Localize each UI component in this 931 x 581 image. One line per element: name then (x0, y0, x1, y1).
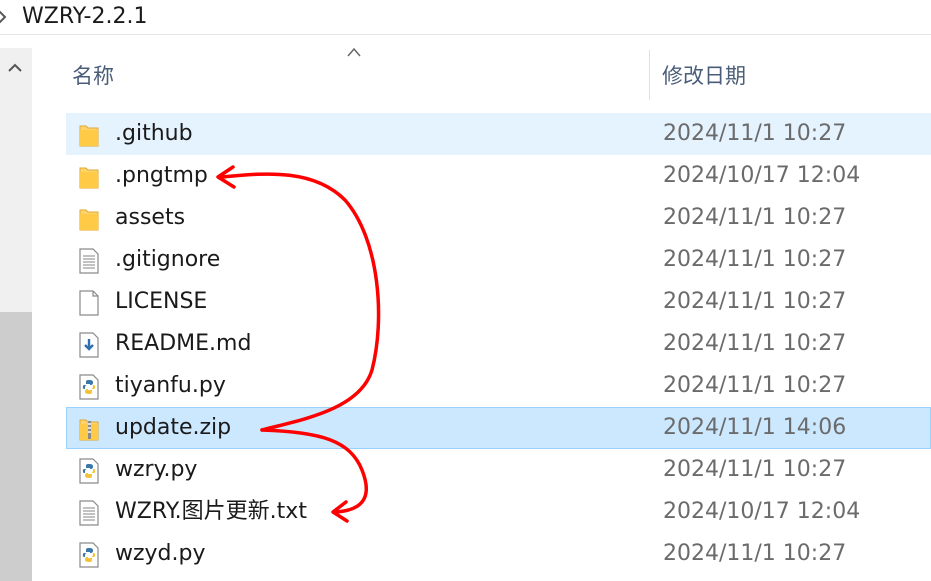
file-row[interactable]: wzry.py 2024/11/1 10:27 (66, 449, 931, 491)
file-date-modified: 2024/11/1 10:27 (663, 121, 847, 146)
file-name[interactable]: README.md (115, 324, 251, 364)
file-date-modified: 2024/11/1 10:27 (663, 373, 847, 398)
file-name[interactable]: .gitignore (115, 240, 220, 280)
file-date-modified: 2024/11/1 10:27 (663, 331, 847, 356)
folder-icon (78, 122, 100, 148)
file-date-modified: 2024/11/1 10:27 (663, 289, 847, 314)
file-row[interactable]: README.md 2024/11/1 10:27 (66, 323, 931, 365)
file-list: .github 2024/11/1 10:27 .pngtmp 2024/10/17 … (66, 113, 931, 575)
markdown-file-icon (78, 332, 100, 358)
chevron-right-icon[interactable] (0, 9, 8, 25)
breadcrumb: WZRY-2.2.1 (0, 0, 931, 35)
python-file-icon (78, 458, 100, 484)
column-header-name[interactable]: 名称 (72, 56, 632, 96)
file-date-modified: 2024/11/1 14:06 (663, 415, 847, 440)
folder-icon (78, 206, 100, 232)
zip-folder-icon (78, 416, 100, 442)
file-name[interactable]: wzry.py (115, 450, 197, 490)
file-date-modified: 2024/11/1 10:27 (663, 457, 847, 482)
file-name[interactable]: wzyd.py (115, 534, 206, 574)
file-name[interactable]: .github (115, 114, 193, 154)
file-row[interactable]: WZRY.图片更新.txt 2024/10/17 12:04 (66, 491, 931, 533)
file-row[interactable]: assets 2024/11/1 10:27 (66, 197, 931, 239)
file-explorer-window: WZRY-2.2.1 名称 修改日期 .github 2024/11/1 10:2… (0, 0, 931, 581)
file-name[interactable]: update.zip (115, 408, 231, 448)
text-file-icon (78, 248, 100, 274)
file-row[interactable]: .pngtmp 2024/10/17 12:04 (66, 155, 931, 197)
file-name[interactable]: .pngtmp (115, 156, 208, 196)
scroll-up-button[interactable] (0, 48, 32, 88)
file-date-modified: 2024/11/1 10:27 (663, 541, 847, 566)
file-name[interactable]: tiyanfu.py (115, 366, 226, 406)
file-date-modified: 2024/10/17 12:04 (663, 163, 861, 188)
file-date-modified: 2024/11/1 10:27 (663, 247, 847, 272)
file-row[interactable]: .github 2024/11/1 10:27 (66, 113, 931, 155)
breadcrumb-folder[interactable]: WZRY-2.2.1 (22, 2, 147, 32)
file-row[interactable]: .gitignore 2024/11/1 10:27 (66, 239, 931, 281)
folder-icon (78, 164, 100, 190)
chevron-up-icon (8, 63, 22, 72)
file-row[interactable]: update.zip 2024/11/1 14:06 (66, 407, 931, 449)
file-row[interactable]: LICENSE 2024/11/1 10:27 (66, 281, 931, 323)
blank-file-icon (78, 290, 100, 316)
file-name[interactable]: assets (115, 198, 185, 238)
file-date-modified: 2024/11/1 10:27 (663, 205, 847, 230)
text-file-icon (78, 500, 100, 526)
column-header-date-modified[interactable]: 修改日期 (662, 56, 922, 96)
column-divider[interactable] (649, 50, 650, 100)
python-file-icon (78, 542, 100, 568)
file-name[interactable]: LICENSE (115, 282, 207, 322)
file-row[interactable]: wzyd.py 2024/11/1 10:27 (66, 533, 931, 575)
file-row[interactable]: tiyanfu.py 2024/11/1 10:27 (66, 365, 931, 407)
python-file-icon (78, 374, 100, 400)
file-date-modified: 2024/10/17 12:04 (663, 499, 861, 524)
scrollbar-thumb[interactable] (0, 312, 32, 581)
file-name[interactable]: WZRY.图片更新.txt (115, 492, 307, 532)
